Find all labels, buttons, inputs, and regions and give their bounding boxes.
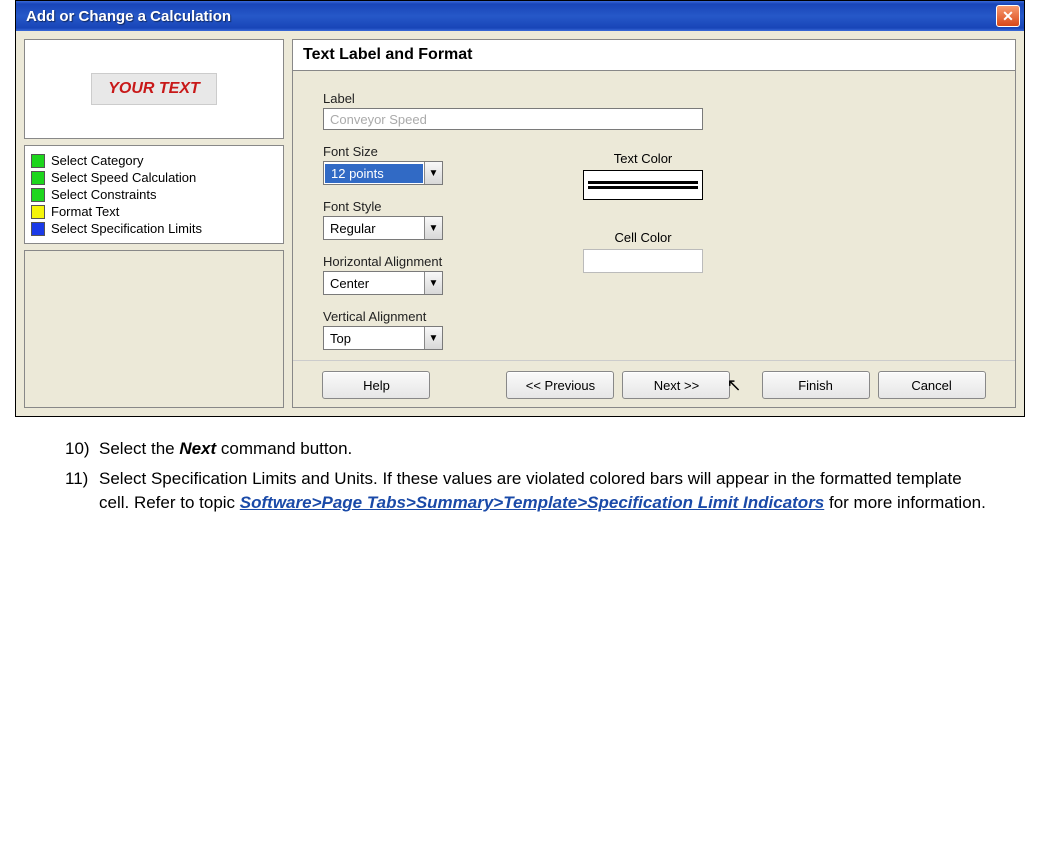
form-column: Label Font Size 12 points ▼ Font Style	[323, 91, 543, 350]
step-item[interactable]: Select Speed Calculation	[29, 169, 279, 186]
panel-content: Label Font Size 12 points ▼ Font Style	[293, 71, 1015, 360]
finish-button[interactable]: Finish	[762, 371, 870, 399]
step-item[interactable]: Select Constraints	[29, 186, 279, 203]
cellcolor-label: Cell Color	[583, 230, 703, 245]
step-label: Select Speed Calculation	[51, 170, 196, 185]
next-button[interactable]: Next >>	[622, 371, 730, 399]
step-item[interactable]: Select Category	[29, 152, 279, 169]
halign-value: Center	[324, 274, 375, 293]
preview-box: YOUR TEXT	[24, 39, 284, 139]
instruction-text: Select the Next command button.	[99, 437, 352, 461]
halign-label: Horizontal Alignment	[323, 254, 543, 269]
label-field-label: Label	[323, 91, 543, 106]
valign-label: Vertical Alignment	[323, 309, 543, 324]
fontsize-value: 12 points	[325, 164, 423, 183]
cursor-icon: ↖	[726, 375, 741, 403]
next-button-label: Next >>	[654, 378, 700, 393]
chevron-down-icon: ▼	[424, 217, 442, 239]
label-field-group: Label	[323, 91, 543, 130]
previous-button[interactable]: << Previous	[506, 371, 614, 399]
halign-combo[interactable]: Center ▼	[323, 271, 443, 295]
step-label: Select Category	[51, 153, 144, 168]
instructions: 10) Select the Next command button. 11) …	[15, 417, 1025, 530]
step-color-icon	[31, 205, 45, 219]
fontstyle-label: Font Style	[323, 199, 543, 214]
step-label: Select Specification Limits	[51, 221, 202, 236]
step-item[interactable]: Select Specification Limits	[29, 220, 279, 237]
close-icon: ✕	[1002, 8, 1014, 25]
close-button[interactable]: ✕	[996, 5, 1020, 27]
step-color-icon	[31, 222, 45, 236]
instruction-item: 10) Select the Next command button.	[65, 437, 995, 461]
spec-limit-link[interactable]: Software>Page Tabs>Summary>Template>Spec…	[240, 493, 824, 512]
dialog-body: YOUR TEXT Select Category Select Speed C…	[16, 31, 1024, 416]
preview-text: YOUR TEXT	[91, 73, 217, 105]
help-button[interactable]: Help	[322, 371, 430, 399]
steps-list: Select Category Select Speed Calculation…	[24, 145, 284, 244]
valign-combo[interactable]: Top ▼	[323, 326, 443, 350]
step-color-icon	[31, 154, 45, 168]
left-column: YOUR TEXT Select Category Select Speed C…	[24, 39, 284, 408]
instruction-number: 11)	[65, 467, 99, 515]
chevron-down-icon: ▼	[424, 272, 442, 294]
valign-value: Top	[324, 329, 357, 348]
calculation-dialog: Add or Change a Calculation ✕ YOUR TEXT …	[15, 0, 1025, 417]
step-label: Format Text	[51, 204, 119, 219]
fontstyle-combo[interactable]: Regular ▼	[323, 216, 443, 240]
chevron-down-icon: ▼	[424, 162, 442, 184]
fontsize-combo[interactable]: 12 points ▼	[323, 161, 443, 185]
chevron-down-icon: ▼	[424, 327, 442, 349]
swatch-line	[588, 186, 698, 189]
empty-panel	[24, 250, 284, 408]
textcolor-label: Text Color	[583, 151, 703, 166]
step-label: Select Constraints	[51, 187, 157, 202]
button-row: Help << Previous Next >> ↖ Finish Cancel	[293, 360, 1015, 407]
fontstyle-group: Font Style Regular ▼	[323, 199, 543, 240]
textcolor-swatch[interactable]	[583, 170, 703, 200]
cancel-button[interactable]: Cancel	[878, 371, 986, 399]
fontsize-label: Font Size	[323, 144, 543, 159]
cellcolor-group: Cell Color	[583, 230, 703, 273]
halign-group: Horizontal Alignment Center ▼	[323, 254, 543, 295]
fontsize-group: Font Size 12 points ▼	[323, 144, 543, 185]
right-column: Text Label and Format Label Font Size 12…	[292, 39, 1016, 408]
titlebar[interactable]: Add or Change a Calculation ✕	[16, 1, 1024, 31]
swatch-line	[588, 181, 698, 184]
instruction-text: Select Specification Limits and Units. I…	[99, 467, 995, 515]
textcolor-group: Text Color	[583, 151, 703, 200]
step-item[interactable]: Format Text	[29, 203, 279, 220]
fontstyle-value: Regular	[324, 219, 382, 238]
color-column: Text Color Cell Color	[583, 91, 703, 350]
titlebar-text: Add or Change a Calculation	[26, 8, 231, 25]
step-color-icon	[31, 188, 45, 202]
instruction-item: 11) Select Specification Limits and Unit…	[65, 467, 995, 515]
valign-group: Vertical Alignment Top ▼	[323, 309, 543, 350]
step-color-icon	[31, 171, 45, 185]
instruction-number: 10)	[65, 437, 99, 461]
cellcolor-swatch[interactable]	[583, 249, 703, 273]
panel-title: Text Label and Format	[293, 40, 1015, 71]
